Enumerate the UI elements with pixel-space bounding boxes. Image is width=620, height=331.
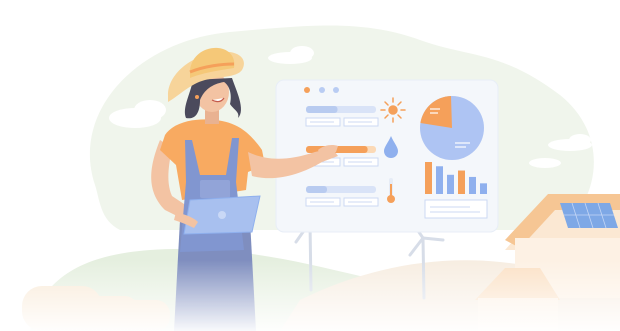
bar-4 — [458, 170, 465, 194]
earring — [195, 95, 199, 99]
slider-fill-3 — [306, 186, 327, 193]
window-dot-blue-2 — [333, 87, 339, 93]
bar-1 — [425, 162, 432, 194]
slider-fill-1 — [306, 106, 338, 113]
farmer-dashboard-illustration — [0, 0, 620, 331]
overalls-pocket — [200, 180, 230, 198]
tablet-logo — [218, 211, 226, 219]
pie-chart-icon — [420, 96, 484, 160]
cloud-right-2 — [529, 158, 561, 168]
bar-2 — [436, 166, 443, 194]
illustration-canvas — [0, 25, 620, 331]
bar-3 — [447, 174, 454, 194]
window-dot-blue-1 — [319, 87, 325, 93]
sun-icon — [380, 97, 406, 123]
chart-caption-box — [424, 199, 488, 219]
bar-5 — [469, 176, 476, 194]
bar-6 — [480, 183, 487, 194]
bottom-fade — [0, 260, 620, 331]
window-dot-orange — [304, 87, 310, 93]
